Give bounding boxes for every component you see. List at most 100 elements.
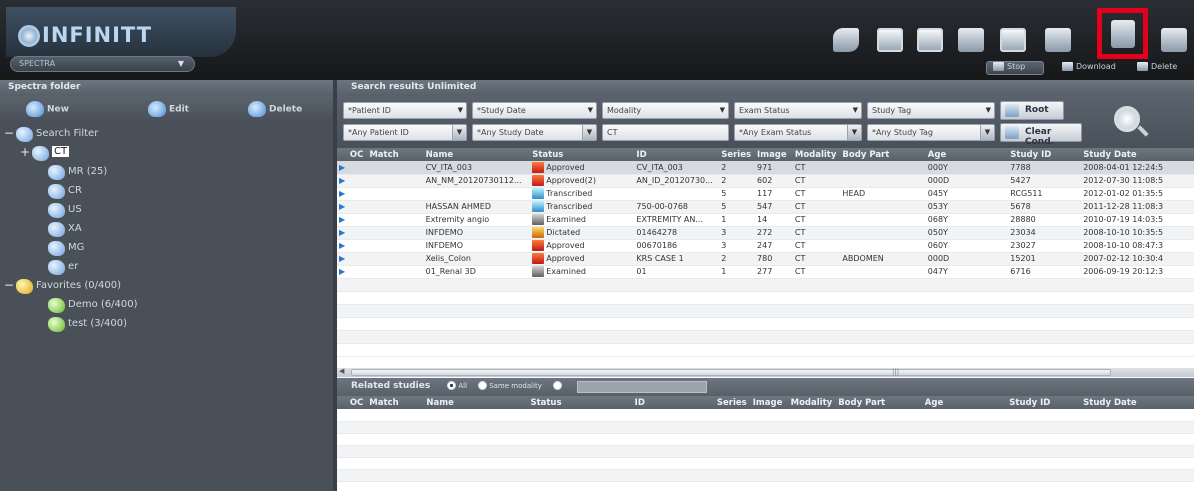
monitor-person-icon[interactable] bbox=[1000, 28, 1026, 52]
tree-item[interactable]: Demo (6/400) bbox=[0, 297, 333, 316]
column-header[interactable]: Status bbox=[529, 148, 634, 161]
column-header[interactable]: Study ID bbox=[1007, 148, 1081, 161]
monitor-icon[interactable] bbox=[877, 28, 903, 52]
tree-item[interactable]: er bbox=[0, 259, 333, 278]
edit-folder-button[interactable]: Edit bbox=[148, 101, 248, 119]
tree-item[interactable]: + CT bbox=[0, 145, 333, 164]
column-header[interactable]: Study Date bbox=[1080, 396, 1194, 409]
tree-item[interactable]: − Search Filter bbox=[0, 126, 333, 145]
table-row[interactable]: ▶ Transcribed 5 117 CT HEAD 045Y RCG511 2012-01-… bbox=[337, 187, 1194, 201]
table-row[interactable]: ▶ INFDEMO Dictated 01464278 3 272 CT 050Y 23034 2… bbox=[337, 226, 1194, 240]
download-action[interactable]: Download bbox=[1062, 62, 1116, 71]
column-header[interactable]: Match bbox=[366, 396, 424, 409]
delete-action[interactable]: Delete bbox=[1137, 62, 1177, 71]
empty-cell bbox=[366, 457, 424, 470]
column-header[interactable]: Match bbox=[366, 148, 423, 161]
column-header[interactable]: Age bbox=[921, 396, 1007, 409]
spectra-dropdown[interactable]: SPECTRA ▼ bbox=[10, 56, 195, 72]
column-header[interactable]: Modality bbox=[791, 148, 840, 161]
delete-folder-button[interactable]: Delete bbox=[248, 101, 348, 119]
patient-id-filter-header[interactable]: *Patient ID ▼ bbox=[343, 102, 467, 119]
brush-tool-icon[interactable] bbox=[833, 28, 859, 52]
clear-conditions-button[interactable]: Clear Cond. bbox=[1000, 123, 1082, 147]
edit-folder-icon bbox=[148, 101, 166, 117]
table-row[interactable]: ▶ Extremity angio Examined EXTREMITY AN... 1… bbox=[337, 213, 1194, 227]
table-row[interactable]: ▶ Xelis_Colon Approved KRS CASE 1 2 780 CT ABDO… bbox=[337, 252, 1194, 266]
exam-status-filter-value[interactable]: *Any Exam Status ▼ bbox=[734, 124, 862, 141]
brand-logo: INFINITT bbox=[6, 7, 236, 57]
same-modality-radio[interactable] bbox=[478, 381, 488, 390]
empty-row bbox=[337, 409, 1194, 422]
table-row[interactable]: ▶ HASSAN AHMED Transcribed 750-00-0768 5 547 C… bbox=[337, 200, 1194, 214]
column-header[interactable]: ID bbox=[631, 396, 714, 409]
tree-item[interactable]: MG bbox=[0, 240, 333, 259]
tree-item[interactable]: CR bbox=[0, 183, 333, 202]
column-header[interactable]: Series bbox=[713, 396, 750, 409]
patient-id-filter-value[interactable]: *Any Patient ID ▼ bbox=[343, 124, 467, 141]
horizontal-scrollbar[interactable]: ◀ ||| bbox=[337, 367, 1194, 377]
tree-item[interactable]: − Favorites (0/400) bbox=[0, 278, 333, 297]
study-date-filter-value[interactable]: *Any Study Date ▼ bbox=[472, 124, 597, 141]
monitor-alt-icon[interactable] bbox=[917, 28, 943, 52]
column-header[interactable]: Modality bbox=[787, 396, 836, 409]
film-icon[interactable] bbox=[958, 28, 984, 52]
empty-cell bbox=[1006, 481, 1081, 491]
table-row[interactable]: ▶ CV_ITA_003 Approved CV_ITA_003 2 971 CT 000Y 7… bbox=[337, 161, 1194, 175]
column-header[interactable] bbox=[337, 396, 347, 409]
column-header[interactable]: Image bbox=[754, 148, 792, 161]
row-marker: ▶ bbox=[337, 252, 347, 266]
study-tag-filter-header[interactable]: Study Tag ▼ bbox=[867, 102, 995, 119]
column-header[interactable]: ID bbox=[633, 148, 719, 161]
tree-item[interactable]: US bbox=[0, 202, 333, 221]
empty-row bbox=[337, 421, 1194, 434]
tree-toggle[interactable]: − bbox=[4, 278, 14, 292]
empty-cell bbox=[921, 481, 1007, 491]
root-button[interactable]: Root bbox=[1000, 101, 1064, 120]
empty-cell bbox=[529, 330, 634, 344]
id-cell: CV_ITA_003 bbox=[633, 161, 719, 175]
column-header[interactable]: Image bbox=[749, 396, 788, 409]
all-radio[interactable] bbox=[447, 381, 457, 390]
scrollbar-thumb[interactable]: ||| bbox=[351, 368, 1111, 376]
tree-item[interactable]: test (3/400) bbox=[0, 316, 333, 335]
column-header[interactable]: Body Part bbox=[839, 148, 925, 161]
modality-filter-header[interactable]: Modality ▼ bbox=[602, 102, 729, 119]
tree-toggle[interactable]: − bbox=[4, 126, 14, 140]
table-row[interactable]: ▶ INFDEMO Approved 00670186 3 247 CT 060Y 23027 2… bbox=[337, 239, 1194, 253]
column-header[interactable]: Name bbox=[422, 148, 530, 161]
column-header[interactable]: Study ID bbox=[1006, 396, 1081, 409]
tree-item[interactable]: XA bbox=[0, 221, 333, 240]
related-studies-table: OC Match Name Status ID Series Image Modality Bo… bbox=[337, 396, 1194, 491]
column-header[interactable]: Series bbox=[718, 148, 755, 161]
column-header[interactable]: Status bbox=[527, 396, 632, 409]
stop-action[interactable]: Stop bbox=[993, 62, 1025, 71]
column-header[interactable]: Study Date bbox=[1080, 148, 1194, 161]
empty-cell bbox=[346, 457, 367, 470]
related-filter-input[interactable] bbox=[577, 381, 707, 393]
tree-toggle[interactable]: + bbox=[20, 145, 30, 159]
column-header[interactable]: Age bbox=[924, 148, 1008, 161]
exam-status-filter-header[interactable]: Exam Status ▼ bbox=[734, 102, 862, 119]
table-row[interactable]: ▶ 01_Renal 3D Examined 01 1 277 CT 047Y 6716 2006… bbox=[337, 265, 1194, 279]
column-header[interactable]: Name bbox=[423, 396, 528, 409]
modality-filter-value[interactable]: CT bbox=[602, 124, 729, 141]
empty-cell bbox=[366, 304, 423, 318]
scroll-left-icon[interactable]: ◀ bbox=[339, 367, 344, 375]
column-header[interactable]: OC bbox=[346, 148, 367, 161]
new-folder-button[interactable]: New bbox=[26, 101, 126, 119]
study-tag-filter-value[interactable]: *Any Study Tag ▼ bbox=[867, 124, 995, 141]
empty-cell bbox=[337, 421, 347, 434]
empty-cell bbox=[787, 457, 836, 470]
study-date-filter-header[interactable]: *Study Date ▼ bbox=[472, 102, 597, 119]
column-header[interactable]: OC bbox=[346, 396, 367, 409]
series-cell: 3 bbox=[718, 239, 755, 253]
table-row[interactable]: ▶ AN_NM_20120730112... Approved(2) AN_ID_20… bbox=[337, 174, 1194, 188]
folder-open-icon[interactable] bbox=[1045, 28, 1071, 52]
column-header[interactable] bbox=[337, 148, 347, 161]
tree-item[interactable]: MR (25) bbox=[0, 164, 333, 183]
custom-radio[interactable] bbox=[553, 381, 563, 390]
hdd-icon[interactable] bbox=[1161, 28, 1187, 52]
column-header[interactable]: Body Part bbox=[835, 396, 922, 409]
search-icon[interactable] bbox=[1114, 106, 1140, 132]
tree-label: Search Filter bbox=[36, 128, 99, 139]
